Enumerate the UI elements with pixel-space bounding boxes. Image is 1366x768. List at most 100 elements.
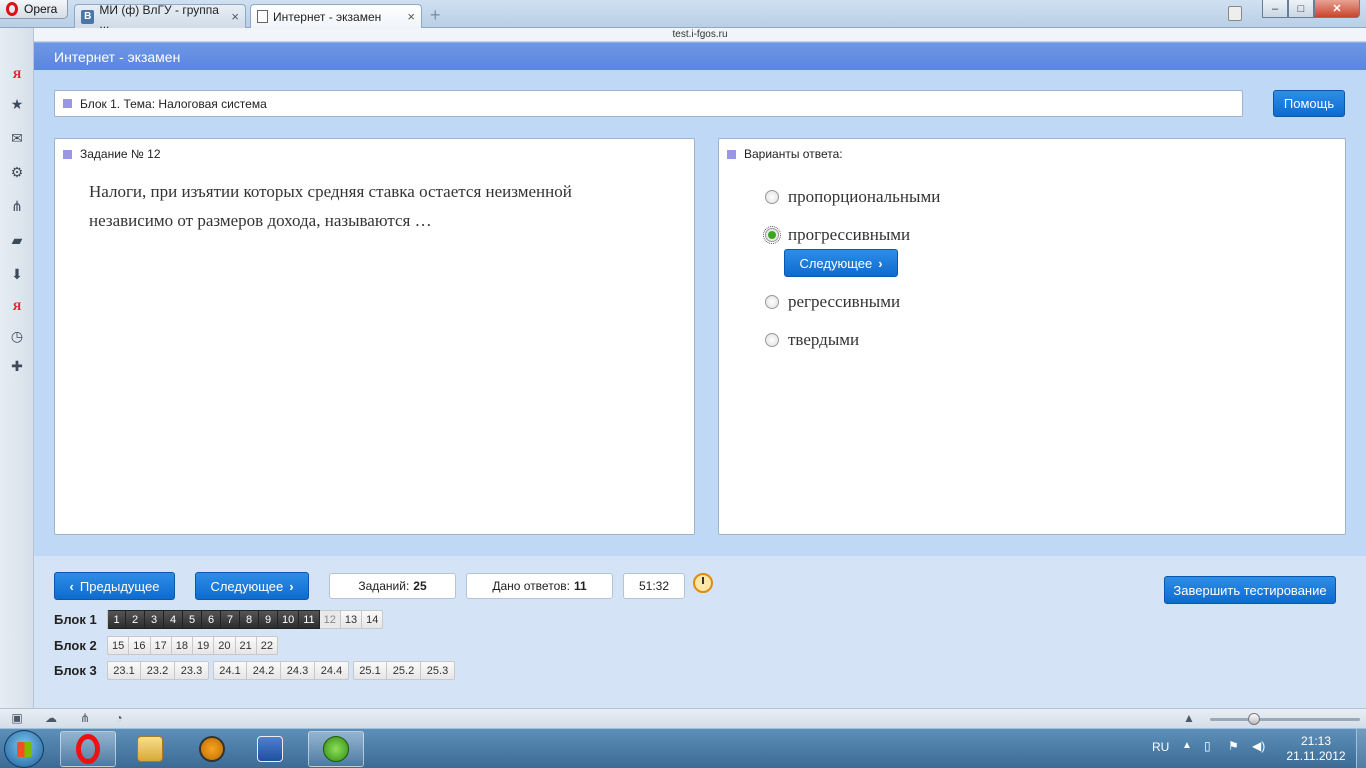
tab-exam[interactable]: Интернет - экзамен × [250,4,422,28]
help-button[interactable]: Помощь [1273,90,1345,117]
question-cell[interactable]: 5 [183,610,202,629]
page-title: Интернет - экзамен [34,42,1366,70]
chevron-up-icon[interactable]: ▲ [1182,712,1196,725]
zoom-slider-handle[interactable] [1248,713,1260,725]
question-cell[interactable]: 19 [193,636,215,655]
answer-option[interactable]: пропорциональными [765,187,940,207]
radio-button[interactable] [765,295,779,309]
answer-option[interactable]: прогрессивными [763,225,910,245]
tab-vk[interactable]: B МИ (ф) ВлГУ - группа ... × [74,3,246,31]
unite-icon[interactable]: ⋔ [78,712,92,725]
close-window-button[interactable]: ✕ [1314,0,1360,18]
question-cell[interactable]: 4 [164,610,183,629]
yandex-icon[interactable]: Я [9,66,25,82]
taskbar-aimp[interactable] [184,731,240,767]
chevron-right-icon: › [289,578,294,594]
question-cell[interactable]: 6 [202,610,221,629]
question-cell[interactable]: 24.1 [213,661,247,680]
cloud-icon[interactable]: ☁ [44,712,58,725]
question-group: 25.1 25.2 25.3 [353,661,455,680]
unite-icon[interactable]: ⋔ [9,198,25,214]
zoom-slider[interactable] [1210,718,1360,721]
question-cell[interactable]: 14 [362,610,384,629]
trash-icon[interactable] [1228,6,1242,21]
radio-button[interactable] [765,190,779,204]
language-indicator[interactable]: RU [1152,740,1169,754]
question-cell[interactable]: 18 [171,636,193,655]
close-tab-icon[interactable]: × [231,9,239,24]
question-cell[interactable]: 2 [126,610,145,629]
yandex-bar-icon[interactable]: Я [9,298,25,314]
answer-option[interactable]: регрессивными [765,292,900,312]
question-cell[interactable]: 10 [278,610,300,629]
question-cell[interactable]: 12 [319,610,341,629]
question-cell[interactable]: 1 [107,610,126,629]
history-icon[interactable]: ◷ [9,328,25,344]
opera-menu-label: Opera [24,2,58,16]
taskbar-word[interactable] [242,731,298,767]
new-tab-button[interactable]: + [430,6,441,24]
notes-icon[interactable]: ▰ [9,232,25,248]
question-cell[interactable]: 8 [240,610,259,629]
flag-icon[interactable]: ⚑ [1228,739,1239,753]
task-title: Задание № 12 [80,147,161,161]
address-bar[interactable]: test.i-fgos.ru [34,28,1366,42]
question-cell[interactable]: 24.3 [281,661,315,680]
network-icon [323,736,349,762]
question-cell[interactable]: 20 [214,636,236,655]
block-row: Блок 1 1 2 3 4 5 6 7 8 9 10 11 12 13 14 [54,610,387,629]
question-cell[interactable]: 15 [107,636,130,655]
mail-icon[interactable]: ✉ [9,130,25,146]
question-cell[interactable]: 3 [145,610,164,629]
question-cell[interactable]: 23.3 [175,661,209,680]
question-cell[interactable]: 9 [259,610,278,629]
question-cell[interactable]: 24.4 [315,661,349,680]
clock-time: 21:13 [1300,734,1332,748]
question-cell[interactable]: 13 [340,610,363,629]
explorer-icon [137,736,163,762]
minimize-button[interactable]: – [1262,0,1288,18]
speaker-icon[interactable]: ◀) [1252,739,1265,753]
answer-option[interactable]: твердыми [765,330,859,350]
radio-button[interactable] [765,333,779,347]
question-cell[interactable]: 17 [150,636,172,655]
timer-box: 51:32 [623,573,685,599]
radio-button-selected[interactable] [763,226,781,244]
download-icon[interactable]: ⬇ [9,266,25,282]
opera-menu-button[interactable]: Opera [0,0,68,19]
question-cell[interactable]: 24.2 [247,661,281,680]
taskbar-opera[interactable] [60,731,116,767]
browser-statusbar: ▣ ☁ ⋔ ◔ ▲ [0,708,1366,728]
prev-button[interactable]: ‹ Предыдущее [54,572,175,600]
close-tab-icon[interactable]: × [407,9,415,24]
exam-content: Блок 1. Тема: Налоговая система Помощь З… [34,70,1366,556]
maximize-button[interactable]: □ [1288,0,1314,18]
usb-icon[interactable]: ▯ [1204,739,1211,753]
add-panel-icon[interactable]: ✚ [9,358,25,374]
question-cell[interactable]: 7 [221,610,240,629]
tray-chevron-up-icon[interactable]: ▲ [1182,740,1192,751]
show-desktop-button[interactable] [1356,729,1366,768]
question-cell[interactable]: 11 [299,610,320,629]
question-cell[interactable]: 25.2 [387,661,421,680]
finish-test-button[interactable]: Завершить тестирование [1164,576,1336,604]
block-row: Блок 2 15 16 17 18 19 20 21 22 [54,636,282,655]
question-cell[interactable]: 16 [129,636,151,655]
next-button[interactable]: Следующее › [195,572,309,600]
taskbar-explorer[interactable] [122,731,178,767]
gear-icon[interactable]: ⚙ [9,164,25,180]
question-cell[interactable]: 22 [256,636,278,655]
system-clock[interactable]: 21:13 21.11.2012 [1280,734,1352,764]
question-cell[interactable]: 23.2 [141,661,175,680]
answers-panel: Варианты ответа: пропорциональными прогр… [718,138,1346,535]
question-cell[interactable]: 23.1 [107,661,141,680]
panel-toggle-icon[interactable]: ▣ [10,712,24,725]
taskbar-network[interactable] [308,731,364,767]
question-cell[interactable]: 25.3 [421,661,455,680]
question-cell[interactable]: 21 [235,636,257,655]
question-cell[interactable]: 25.1 [353,661,387,680]
star-icon[interactable]: ★ [9,96,25,112]
start-button[interactable] [4,730,44,768]
next-inline-button[interactable]: Следующее › [784,249,898,277]
turbo-icon[interactable]: ◔ [112,712,126,725]
